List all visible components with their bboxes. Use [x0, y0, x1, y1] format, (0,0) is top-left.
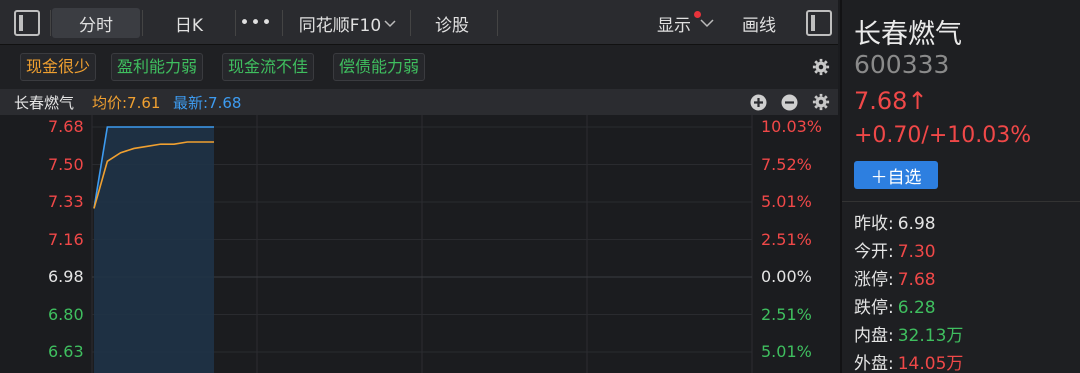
zoom-out-icon[interactable] [781, 94, 798, 111]
warning-tags-bar: 现金很少 盈利能力弱 现金流不佳 偿债能力弱 [0, 45, 838, 89]
toolbar-divider [410, 10, 411, 36]
divider [842, 201, 1080, 202]
f10-label: 同花顺F10 [298, 15, 382, 36]
more-button[interactable]: ••• [237, 8, 275, 38]
settings-gear-icon[interactable] [812, 58, 830, 76]
y-tick-right: 0.00% [761, 267, 812, 286]
notification-dot [694, 11, 701, 18]
tag-profit-weak[interactable]: 盈利能力弱 [111, 53, 204, 81]
tag-debt-weak[interactable]: 偿债能力弱 [333, 53, 426, 81]
y-tick-right: 2.51% [761, 304, 812, 324]
diagnose-button[interactable]: 诊股 [412, 8, 492, 38]
zoom-in-icon[interactable] [750, 94, 767, 111]
toolbar-divider [497, 10, 498, 36]
chart-panel: 分时 日K ••• 同花顺F10 诊股 显示 画线 现金很少 盈利能力弱 现金流… [0, 0, 838, 373]
y-tick-left: 6.63 [48, 342, 84, 361]
tab-fenshi[interactable]: 分时 [52, 8, 140, 38]
stat-row: 外盘: 14.05万 [854, 349, 963, 373]
toolbar-divider [142, 10, 143, 36]
add-to-watchlist-button[interactable]: ＋自选 [854, 161, 938, 189]
y-tick-left: 7.16 [48, 229, 84, 249]
y-tick-right: 2.51% [761, 229, 812, 249]
current-price: 7.68↑ [854, 87, 928, 115]
display-label: 显示 [657, 15, 691, 36]
chevron-down-icon [700, 19, 714, 28]
tag-cashflow-poor[interactable]: 现金流不佳 [222, 53, 315, 81]
stat-row: 涨停: 7.68 [854, 265, 936, 290]
toggle-left-panel-icon[interactable] [10, 8, 44, 38]
price-area [94, 127, 214, 373]
y-tick-left: 6.80 [48, 304, 84, 324]
toolbar-divider [282, 10, 283, 36]
y-tick-right: 5.01% [761, 342, 812, 361]
stat-row: 昨收: 6.98 [854, 209, 936, 234]
stat-label: 内盘: [854, 326, 894, 346]
chevron-down-icon [384, 20, 396, 28]
toolbar-divider [50, 10, 51, 36]
intraday-chart[interactable]: 7.68 7.50 7.33 7.16 6.98 6.80 6.63 10.03% 7.52%… [0, 115, 838, 373]
chart-settings-gear-icon[interactable] [812, 93, 830, 111]
stat-value: 6.28 [897, 298, 936, 318]
f10-dropdown[interactable]: 同花顺F10 [290, 8, 405, 38]
tab-daily-k[interactable]: 日K [145, 8, 233, 38]
stat-value: 7.68 [897, 270, 936, 290]
tag-cash-low[interactable]: 现金很少 [20, 53, 97, 81]
y-tick-left: 7.50 [48, 154, 84, 174]
stat-value: 32.13万 [897, 326, 964, 346]
stat-value: 7.30 [897, 242, 936, 262]
avg-price-label: 均价:7.61 [92, 94, 161, 112]
intraday-chart-svg [91, 115, 753, 373]
latest-price-label: 最新:7.68 [173, 94, 242, 112]
y-tick-left: 6.98 [48, 267, 84, 286]
y-tick-right: 5.01% [761, 192, 812, 211]
y-tick-right: 7.52% [761, 154, 812, 174]
stat-row: 内盘: 32.13万 [854, 321, 963, 346]
stat-row: 跌停: 6.28 [854, 293, 936, 318]
stat-label: 昨收: [854, 214, 894, 234]
stat-label: 跌停: [854, 298, 894, 318]
y-tick-left: 7.68 [48, 117, 84, 136]
stat-row: 今开: 7.30 [854, 237, 936, 262]
stock-name: 长春燃气 [854, 19, 962, 50]
y-tick-left: 7.33 [48, 192, 84, 211]
stat-label: 外盘: [854, 354, 894, 373]
app-window: 分时 日K ••• 同花顺F10 诊股 显示 画线 现金很少 盈利能力弱 现金流… [0, 0, 1080, 373]
stat-value: 6.98 [897, 214, 936, 234]
toolbar-divider [235, 10, 236, 36]
price-change: +0.70/+10.03% [854, 123, 1032, 148]
stat-value: 14.05万 [897, 354, 964, 373]
quote-panel: 长春燃气 600333 7.68↑ +0.70/+10.03% ＋自选 昨收: 6… [840, 0, 1080, 373]
y-tick-right: 10.03% [761, 117, 823, 136]
toolbar: 分时 日K ••• 同花顺F10 诊股 显示 画线 [0, 0, 838, 45]
chart-header: 长春燃气 均价:7.61 最新:7.68 [0, 89, 838, 115]
display-dropdown[interactable]: 显示 [646, 8, 726, 38]
draw-line-button[interactable]: 画线 [730, 8, 788, 38]
toggle-right-panel-icon[interactable] [802, 8, 836, 38]
stock-code: 600333 [854, 50, 950, 79]
stat-label: 涨停: [854, 270, 894, 290]
stat-label: 今开: [854, 242, 894, 262]
chart-stock-name: 长春燃气 [14, 94, 75, 112]
